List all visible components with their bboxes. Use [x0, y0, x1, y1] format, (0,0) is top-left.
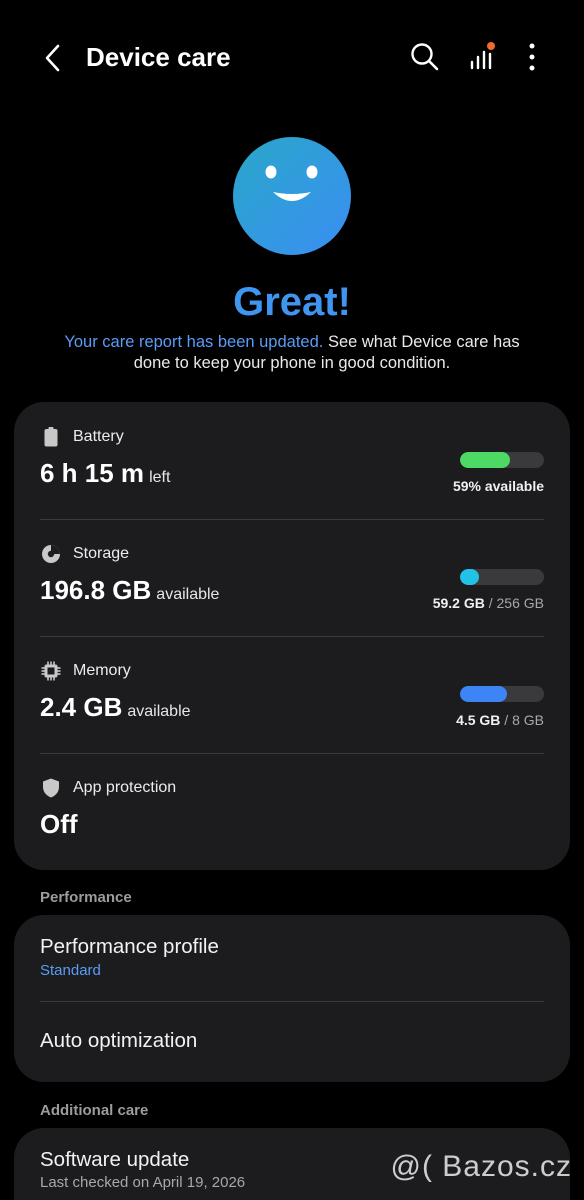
notification-dot	[487, 42, 495, 50]
auto-optimization-row[interactable]: Auto optimization	[14, 1002, 570, 1082]
memory-value: 2.4 GB	[40, 692, 123, 722]
device-status-card: Battery 6 h 15 m left 59% available Stor…	[14, 402, 570, 870]
stats-icon	[470, 42, 495, 70]
search-button[interactable]	[408, 40, 442, 74]
app-protection-item[interactable]: App protection Off	[14, 753, 570, 870]
memory-metric: 4.5 GB / 8 GB	[456, 712, 544, 728]
watermark: @( Bazos.cz	[390, 1150, 572, 1183]
storage-unit: available	[156, 586, 220, 603]
storage-value: 196.8 GB	[40, 575, 152, 605]
status-title: Great!	[233, 280, 351, 324]
smiley-face-icon	[232, 136, 352, 256]
more-options-button[interactable]	[518, 40, 546, 74]
app-bar: Device care	[0, 0, 584, 112]
memory-chip-icon	[40, 660, 62, 682]
additional-care-section-label: Additional care	[40, 1102, 149, 1119]
storage-label: Storage	[73, 545, 130, 562]
storage-item[interactable]: Storage 196.8 GB available 59.2 GB / 256…	[14, 519, 570, 636]
memory-item[interactable]: Memory 2.4 GB available 4.5 GB / 8 GB	[14, 636, 570, 753]
app-protection-label: App protection	[73, 779, 177, 796]
battery-icon	[40, 426, 62, 448]
storage-bar-fill	[460, 569, 480, 585]
storage-metric: 59.2 GB / 256 GB	[432, 595, 544, 611]
care-report-link[interactable]: Your care report has been updated.	[64, 333, 323, 351]
battery-unit: left	[149, 469, 171, 486]
memory-bar	[460, 686, 544, 702]
battery-bar-fill	[460, 452, 510, 468]
battery-bar	[460, 452, 544, 468]
performance-profile-title: Performance profile	[40, 935, 219, 958]
shield-icon	[40, 777, 62, 799]
performance-section-label: Performance	[40, 889, 132, 906]
performance-card: Performance profile Standard Auto optimi…	[14, 915, 570, 1082]
memory-unit: available	[127, 703, 191, 720]
memory-label: Memory	[73, 662, 131, 679]
performance-profile-row[interactable]: Performance profile Standard	[14, 915, 570, 1001]
back-arrow-icon	[45, 44, 60, 72]
storage-bar	[460, 569, 544, 585]
auto-optimization-title: Auto optimization	[40, 1029, 198, 1052]
status-description: Your care report has been updated. See w…	[50, 332, 534, 374]
diagnostics-button[interactable]	[464, 40, 498, 74]
page-title: Device care	[86, 42, 231, 72]
storage-icon	[40, 543, 62, 565]
battery-item[interactable]: Battery 6 h 15 m left 59% available	[14, 402, 570, 519]
software-update-title: Software update	[40, 1148, 190, 1171]
app-protection-value: Off	[40, 809, 78, 839]
battery-value: 6 h 15 m	[40, 458, 145, 488]
performance-profile-value: Standard	[40, 962, 101, 979]
battery-metric: 59% available	[452, 478, 544, 494]
software-update-subtitle: Last checked on April 19, 2026	[40, 1174, 246, 1191]
more-vert-icon	[529, 43, 535, 71]
memory-bar-fill	[460, 686, 508, 702]
device-care-screen: Device care Great! Your care report has …	[0, 0, 584, 1200]
back-button[interactable]	[36, 40, 68, 76]
search-icon	[411, 43, 439, 71]
battery-label: Battery	[73, 428, 124, 445]
